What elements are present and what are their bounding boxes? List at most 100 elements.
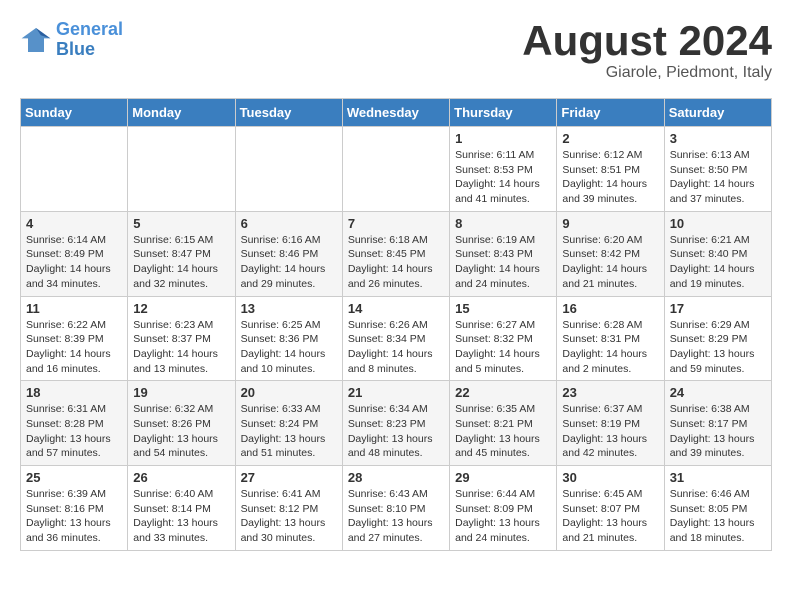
calendar-week-row: 4Sunrise: 6:14 AM Sunset: 8:49 PM Daylig… bbox=[21, 211, 772, 296]
day-info: Sunrise: 6:43 AM Sunset: 8:10 PM Dayligh… bbox=[348, 487, 444, 546]
day-info: Sunrise: 6:40 AM Sunset: 8:14 PM Dayligh… bbox=[133, 487, 229, 546]
weekday-header: Monday bbox=[128, 99, 235, 127]
calendar-cell: 13 Sunrise: 6:25 AM Sunset: 8:36 PM Dayli… bbox=[235, 296, 342, 381]
day-number: 1 bbox=[455, 131, 551, 146]
day-info: Sunrise: 6:33 AM Sunset: 8:24 PM Dayligh… bbox=[241, 402, 337, 461]
weekday-header: Tuesday bbox=[235, 99, 342, 127]
calendar-cell: 4Sunrise: 6:14 AM Sunset: 8:49 PM Daylig… bbox=[21, 211, 128, 296]
day-number: 15 bbox=[455, 301, 551, 316]
day-number: 30 bbox=[562, 470, 658, 485]
day-number: 13 bbox=[241, 301, 337, 316]
logo: General Blue bbox=[20, 20, 123, 60]
calendar-week-row: 1 Sunrise: 6:11 AM Sunset: 8:53 PM Daylig… bbox=[21, 127, 772, 212]
day-info: Sunrise: 6:29 AM Sunset: 8:29 PM Dayligh… bbox=[670, 318, 766, 377]
weekday-header: Sunday bbox=[21, 99, 128, 127]
day-number: 23 bbox=[562, 385, 658, 400]
day-info: Sunrise: 6:27 AM Sunset: 8:32 PM Dayligh… bbox=[455, 318, 551, 377]
calendar-cell: 25 Sunrise: 6:39 AM Sunset: 8:16 PM Dayli… bbox=[21, 466, 128, 551]
calendar-header-row: SundayMondayTuesdayWednesdayThursdayFrid… bbox=[21, 99, 772, 127]
title-block: August 2024 Giarole, Piedmont, Italy bbox=[522, 20, 772, 82]
weekday-header: Saturday bbox=[664, 99, 771, 127]
calendar-cell: 11 Sunrise: 6:22 AM Sunset: 8:39 PM Dayli… bbox=[21, 296, 128, 381]
calendar-cell: 24 Sunrise: 6:38 AM Sunset: 8:17 PM Dayli… bbox=[664, 381, 771, 466]
day-info: Sunrise: 6:34 AM Sunset: 8:23 PM Dayligh… bbox=[348, 402, 444, 461]
day-number: 6 bbox=[241, 216, 337, 231]
calendar-cell: 7 Sunrise: 6:18 AM Sunset: 8:45 PM Daylig… bbox=[342, 211, 449, 296]
calendar-week-row: 18 Sunrise: 6:31 AM Sunset: 8:28 PM Dayli… bbox=[21, 381, 772, 466]
day-info: Sunrise: 6:45 AM Sunset: 8:07 PM Dayligh… bbox=[562, 487, 658, 546]
day-number: 22 bbox=[455, 385, 551, 400]
day-number: 14 bbox=[348, 301, 444, 316]
day-number: 29 bbox=[455, 470, 551, 485]
calendar-cell bbox=[128, 127, 235, 212]
day-number: 26 bbox=[133, 470, 229, 485]
day-number: 10 bbox=[670, 216, 766, 231]
day-info: Sunrise: 6:38 AM Sunset: 8:17 PM Dayligh… bbox=[670, 402, 766, 461]
calendar-week-row: 11 Sunrise: 6:22 AM Sunset: 8:39 PM Dayli… bbox=[21, 296, 772, 381]
logo-icon bbox=[20, 24, 52, 56]
weekday-header: Friday bbox=[557, 99, 664, 127]
day-number: 7 bbox=[348, 216, 444, 231]
day-number: 28 bbox=[348, 470, 444, 485]
calendar-cell: 27Sunrise: 6:41 AM Sunset: 8:12 PM Dayli… bbox=[235, 466, 342, 551]
day-info: Sunrise: 6:46 AM Sunset: 8:05 PM Dayligh… bbox=[670, 487, 766, 546]
day-info: Sunrise: 6:19 AM Sunset: 8:43 PM Dayligh… bbox=[455, 233, 551, 292]
day-number: 19 bbox=[133, 385, 229, 400]
calendar-cell: 12 Sunrise: 6:23 AM Sunset: 8:37 PM Dayli… bbox=[128, 296, 235, 381]
day-info: Sunrise: 6:26 AM Sunset: 8:34 PM Dayligh… bbox=[348, 318, 444, 377]
day-info: Sunrise: 6:31 AM Sunset: 8:28 PM Dayligh… bbox=[26, 402, 122, 461]
calendar-cell: 20 Sunrise: 6:33 AM Sunset: 8:24 PM Dayli… bbox=[235, 381, 342, 466]
location: Giarole, Piedmont, Italy bbox=[522, 64, 772, 82]
day-number: 11 bbox=[26, 301, 122, 316]
calendar-cell: 5Sunrise: 6:15 AM Sunset: 8:47 PM Daylig… bbox=[128, 211, 235, 296]
day-number: 5 bbox=[133, 216, 229, 231]
page-header: General Blue August 2024 Giarole, Piedmo… bbox=[20, 20, 772, 82]
day-number: 24 bbox=[670, 385, 766, 400]
day-number: 18 bbox=[26, 385, 122, 400]
day-info: Sunrise: 6:28 AM Sunset: 8:31 PM Dayligh… bbox=[562, 318, 658, 377]
day-number: 3 bbox=[670, 131, 766, 146]
day-info: Sunrise: 6:21 AM Sunset: 8:40 PM Dayligh… bbox=[670, 233, 766, 292]
day-info: Sunrise: 6:37 AM Sunset: 8:19 PM Dayligh… bbox=[562, 402, 658, 461]
day-info: Sunrise: 6:18 AM Sunset: 8:45 PM Dayligh… bbox=[348, 233, 444, 292]
day-info: Sunrise: 6:22 AM Sunset: 8:39 PM Dayligh… bbox=[26, 318, 122, 377]
calendar-cell: 19 Sunrise: 6:32 AM Sunset: 8:26 PM Dayli… bbox=[128, 381, 235, 466]
calendar-cell: 6Sunrise: 6:16 AM Sunset: 8:46 PM Daylig… bbox=[235, 211, 342, 296]
calendar-cell: 9Sunrise: 6:20 AM Sunset: 8:42 PM Daylig… bbox=[557, 211, 664, 296]
day-info: Sunrise: 6:25 AM Sunset: 8:36 PM Dayligh… bbox=[241, 318, 337, 377]
calendar-cell bbox=[235, 127, 342, 212]
calendar-cell: 22Sunrise: 6:35 AM Sunset: 8:21 PM Dayli… bbox=[450, 381, 557, 466]
calendar-cell: 28 Sunrise: 6:43 AM Sunset: 8:10 PM Dayli… bbox=[342, 466, 449, 551]
calendar-cell: 15 Sunrise: 6:27 AM Sunset: 8:32 PM Dayli… bbox=[450, 296, 557, 381]
calendar-cell: 31 Sunrise: 6:46 AM Sunset: 8:05 PM Dayli… bbox=[664, 466, 771, 551]
day-number: 20 bbox=[241, 385, 337, 400]
day-info: Sunrise: 6:13 AM Sunset: 8:50 PM Dayligh… bbox=[670, 148, 766, 207]
day-number: 2 bbox=[562, 131, 658, 146]
calendar-cell: 26 Sunrise: 6:40 AM Sunset: 8:14 PM Dayli… bbox=[128, 466, 235, 551]
logo-text: General Blue bbox=[56, 20, 123, 60]
day-number: 12 bbox=[133, 301, 229, 316]
day-number: 4 bbox=[26, 216, 122, 231]
day-number: 16 bbox=[562, 301, 658, 316]
calendar-cell: 8 Sunrise: 6:19 AM Sunset: 8:43 PM Daylig… bbox=[450, 211, 557, 296]
calendar-cell: 2 Sunrise: 6:12 AM Sunset: 8:51 PM Daylig… bbox=[557, 127, 664, 212]
calendar-cell bbox=[21, 127, 128, 212]
weekday-header: Wednesday bbox=[342, 99, 449, 127]
day-info: Sunrise: 6:39 AM Sunset: 8:16 PM Dayligh… bbox=[26, 487, 122, 546]
day-info: Sunrise: 6:44 AM Sunset: 8:09 PM Dayligh… bbox=[455, 487, 551, 546]
month-title: August 2024 bbox=[522, 20, 772, 62]
day-number: 31 bbox=[670, 470, 766, 485]
day-number: 25 bbox=[26, 470, 122, 485]
calendar-cell: 10 Sunrise: 6:21 AM Sunset: 8:40 PM Dayli… bbox=[664, 211, 771, 296]
day-info: Sunrise: 6:23 AM Sunset: 8:37 PM Dayligh… bbox=[133, 318, 229, 377]
day-info: Sunrise: 6:12 AM Sunset: 8:51 PM Dayligh… bbox=[562, 148, 658, 207]
day-info: Sunrise: 6:32 AM Sunset: 8:26 PM Dayligh… bbox=[133, 402, 229, 461]
calendar-cell: 17Sunrise: 6:29 AM Sunset: 8:29 PM Dayli… bbox=[664, 296, 771, 381]
day-number: 27 bbox=[241, 470, 337, 485]
day-number: 8 bbox=[455, 216, 551, 231]
calendar-cell: 23 Sunrise: 6:37 AM Sunset: 8:19 PM Dayli… bbox=[557, 381, 664, 466]
calendar-cell: 18 Sunrise: 6:31 AM Sunset: 8:28 PM Dayli… bbox=[21, 381, 128, 466]
day-number: 9 bbox=[562, 216, 658, 231]
day-info: Sunrise: 6:11 AM Sunset: 8:53 PM Dayligh… bbox=[455, 148, 551, 207]
day-number: 21 bbox=[348, 385, 444, 400]
